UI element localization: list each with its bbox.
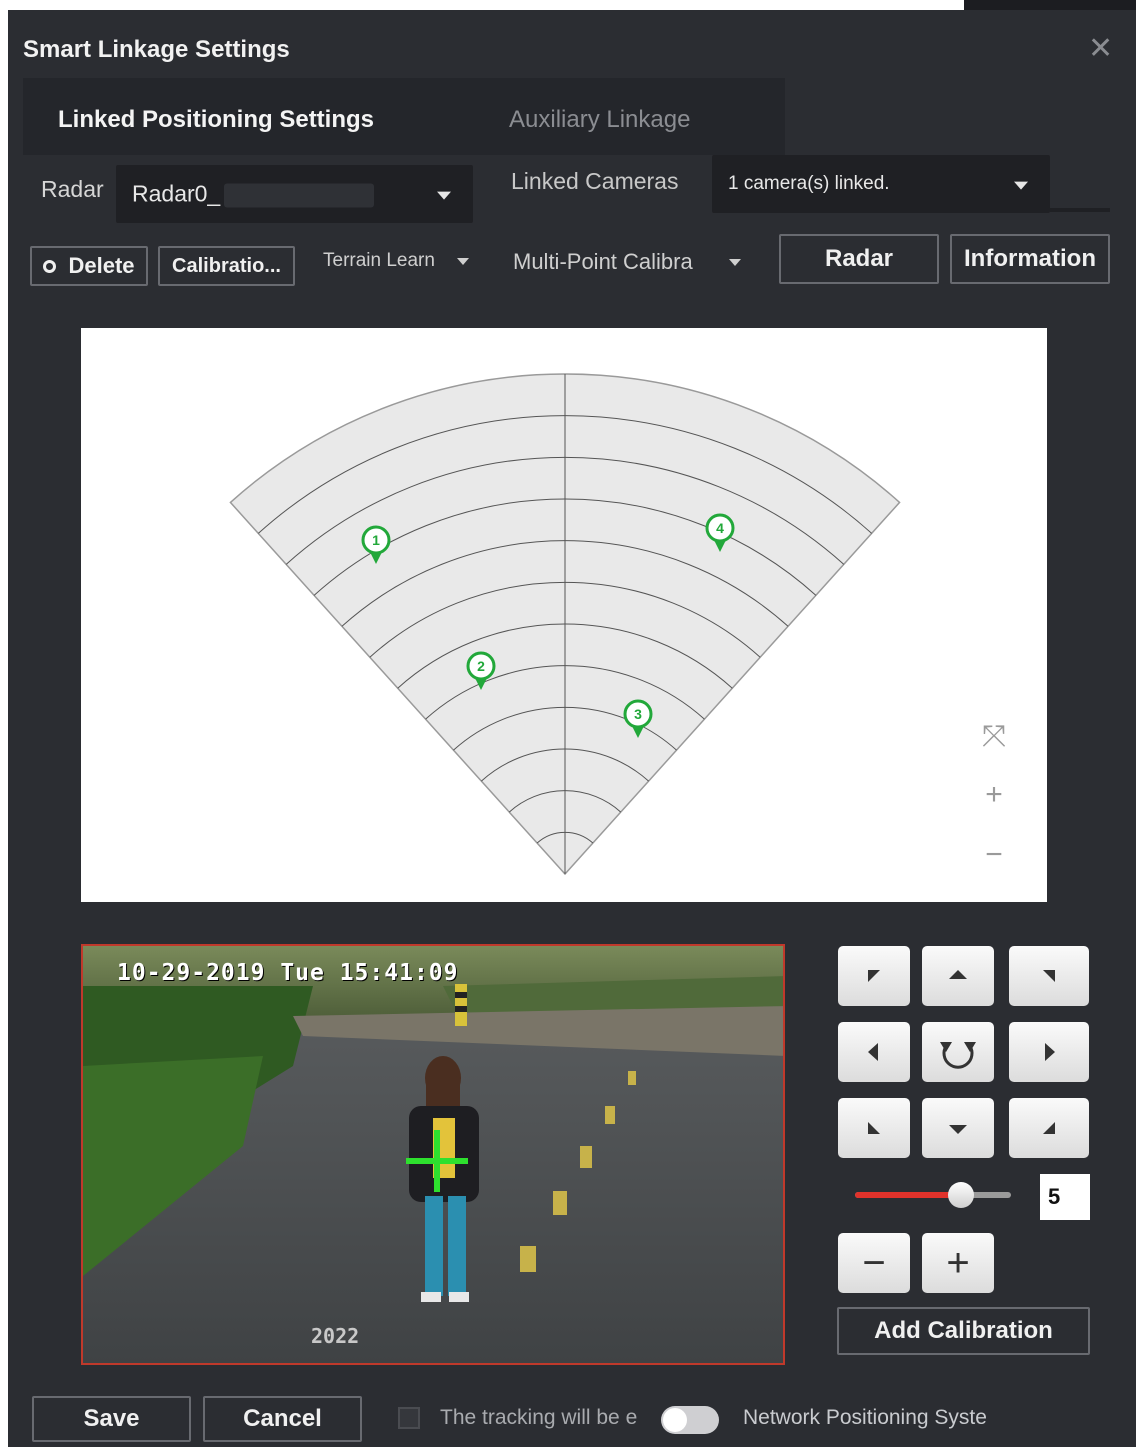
video-osd-datetime: 10-29-2019 Tue 15:41:09 [117, 960, 459, 986]
cancel-button[interactable]: Cancel [203, 1396, 362, 1442]
ptz-down-left-button[interactable] [838, 1098, 910, 1158]
ptz-down-right-button[interactable] [1009, 1098, 1089, 1158]
chevron-down-icon [1014, 181, 1028, 190]
auto-rotate-icon [940, 1042, 976, 1069]
up-left-arrow-icon [868, 970, 880, 982]
delete-label: Delete [68, 253, 135, 278]
minus-icon: − [862, 1240, 886, 1285]
network-positioning-toggle[interactable] [661, 1406, 719, 1434]
delete-button[interactable]: Delete [30, 246, 148, 286]
close-icon[interactable]: ✕ [1088, 34, 1113, 64]
terrain-learn-label: Terrain Learn [323, 250, 435, 271]
left-arrow-icon [868, 1043, 878, 1061]
live-video-view[interactable]: 10-29-2019 Tue 15:41:09 2022 [81, 944, 785, 1365]
dialog-title: Smart Linkage Settings [23, 36, 290, 63]
ptz-auto-rotate-button[interactable] [922, 1022, 994, 1082]
radar-select-label: Radar [41, 176, 104, 202]
ptz-speed-slider[interactable] [855, 1182, 1011, 1208]
linked-cameras-value: 1 camera(s) linked. [728, 173, 890, 194]
multi-point-calibration-label: Multi-Point Calibra [513, 249, 693, 275]
ptz-zoom-in-button[interactable]: + [922, 1233, 994, 1293]
tab-auxiliary-linkage[interactable]: Auxiliary Linkage [509, 106, 690, 134]
tracking-text: The tracking will be e [440, 1406, 638, 1429]
slider-fill [855, 1192, 962, 1198]
linked-cameras-select[interactable]: 1 camera(s) linked. [712, 155, 1050, 213]
slider-thumb[interactable] [948, 1182, 975, 1208]
linked-cameras-label: Linked Cameras [511, 168, 679, 194]
multi-point-calibration-dropdown[interactable]: Multi-Point Calibra [513, 248, 741, 275]
calibration-button[interactable]: Calibratio... [158, 246, 295, 286]
ptz-right-button[interactable] [1009, 1022, 1089, 1082]
zoom-fit-icon[interactable]: ⤧ [974, 720, 1014, 754]
ptz-up-left-button[interactable] [838, 946, 910, 1006]
radar-select[interactable]: Radar0_ [116, 165, 473, 223]
radar-fan-chart[interactable]: 1 2 3 4 [81, 328, 1047, 902]
plus-icon: + [946, 1240, 970, 1285]
chevron-down-icon [437, 191, 451, 200]
chevron-down-icon [729, 258, 741, 266]
redacted-blur [224, 183, 375, 208]
terrain-learn-dropdown[interactable]: Terrain Learn [323, 250, 469, 272]
up-right-arrow-icon [1043, 970, 1055, 982]
marker-label: 2 [477, 658, 485, 674]
down-arrow-icon [949, 1125, 967, 1134]
smart-linkage-dialog: Smart Linkage Settings ✕ Linked Position… [8, 10, 1136, 1447]
marker-label: 3 [634, 706, 642, 722]
ptz-up-button[interactable] [922, 946, 994, 1006]
network-positioning-text: Network Positioning Syste [743, 1406, 987, 1429]
radar-button[interactable]: Radar [779, 234, 939, 284]
select-underline [1050, 208, 1110, 212]
circle-icon [43, 259, 57, 273]
add-calibration-button[interactable]: Add Calibration [837, 1307, 1090, 1355]
tab-linked-positioning-settings[interactable]: Linked Positioning Settings [58, 106, 374, 134]
ptz-up-right-button[interactable] [1009, 946, 1089, 1006]
down-right-arrow-icon [1043, 1122, 1055, 1134]
ptz-left-button[interactable] [838, 1022, 910, 1082]
video-frame [83, 946, 783, 1363]
ptz-speed-value[interactable]: 5 [1040, 1174, 1090, 1220]
chevron-down-icon [457, 257, 469, 265]
up-arrow-icon [949, 970, 967, 979]
tab-bar: Linked Positioning Settings Auxiliary Li… [23, 78, 785, 155]
ptz-zoom-out-button[interactable]: − [838, 1233, 910, 1293]
video-osd-year: 2022 [311, 1324, 360, 1348]
marker-label: 4 [716, 520, 724, 536]
information-button[interactable]: Information [950, 234, 1110, 284]
radar-map[interactable]: 1 2 3 4 ⤧ + − [81, 328, 1047, 902]
save-button[interactable]: Save [32, 1396, 191, 1442]
zoom-out-icon[interactable]: − [974, 838, 1014, 872]
marker-label: 1 [372, 532, 380, 548]
toggle-knob [663, 1408, 687, 1432]
radar-select-value: Radar0_ [132, 180, 221, 207]
right-arrow-icon [1045, 1043, 1055, 1061]
zoom-in-icon[interactable]: + [974, 778, 1014, 812]
down-left-arrow-icon [868, 1122, 880, 1134]
ptz-down-button[interactable] [922, 1098, 994, 1158]
tracking-checkbox[interactable] [398, 1407, 420, 1429]
